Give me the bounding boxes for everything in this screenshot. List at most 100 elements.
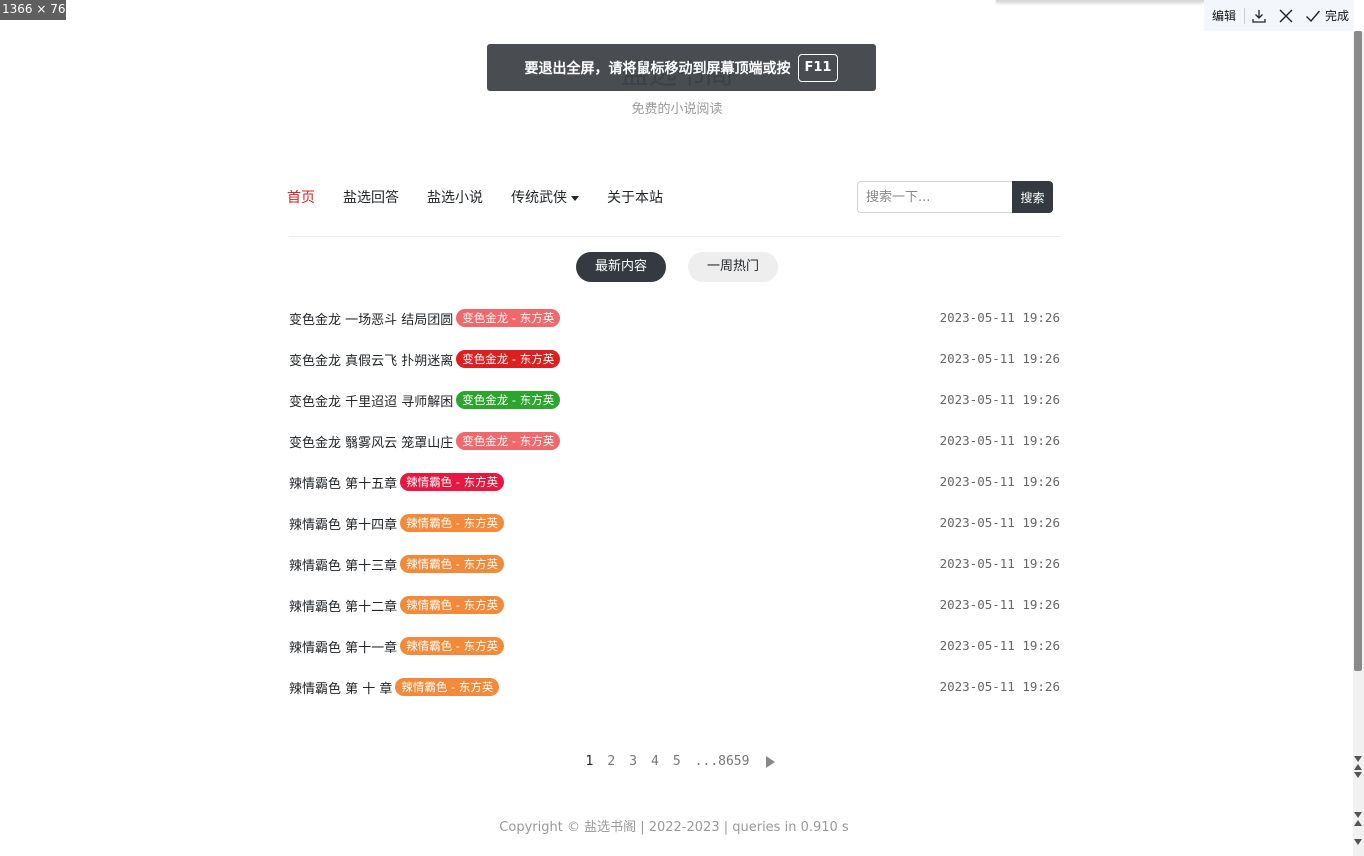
post-title-text: 辣情霸色 第十四章 [289, 518, 398, 533]
nav-item-3[interactable]: 传统武侠 [511, 187, 579, 207]
list-item: 辣情霸色 第 十 章辣情霸色 - 东方英 2023-05-11 19:26 [289, 664, 1060, 705]
fullscreen-hint-text: 要退出全屏，请将鼠标移动到屏幕顶端或按 [524, 60, 791, 77]
category-badge[interactable]: 辣情霸色 - 东方英 [400, 596, 505, 614]
category-badge[interactable]: 辣情霸色 - 东方英 [400, 637, 505, 655]
nav-item-label: 首页 [287, 190, 315, 206]
nav-item-label: 盐选回答 [343, 190, 399, 206]
post-title-text: 辣情霸色 第十三章 [289, 559, 398, 574]
post-title-link[interactable]: 变色金龙 千里迢迢 寻师解困 变色金龙 - 东方英 [289, 391, 561, 410]
search-form: 搜索 [857, 181, 1053, 213]
close-button[interactable] [1279, 9, 1293, 23]
post-title-link[interactable]: 变色金龙 一场恶斗 结局团圆 变色金龙 - 东方英 [289, 309, 561, 328]
post-title-link[interactable]: 变色金龙 翳雾风云 笼罩山庄 变色金龙 - 东方英 [289, 432, 561, 451]
tab-0[interactable]: 最新内容 [575, 252, 666, 282]
category-badge[interactable]: 变色金龙 - 东方英 [456, 391, 561, 409]
post-title-text: 变色金龙 真假云飞 扑朔迷离 [289, 354, 454, 369]
post-date: 2023-05-11 19:26 [939, 679, 1060, 694]
download-button[interactable] [1251, 8, 1267, 24]
page-link-1[interactable]: 1 [586, 754, 594, 769]
category-badge[interactable]: 辣情霸色 - 东方英 [400, 555, 505, 573]
list-item: 辣情霸色 第十一章 辣情霸色 - 东方英 2023-05-11 19:26 [289, 623, 1060, 664]
close-icon [1279, 9, 1293, 22]
scroll-up-arrow[interactable] [1354, 764, 1362, 770]
post-title-link[interactable]: 辣情霸色 第十一章 辣情霸色 - 东方英 [289, 637, 505, 656]
check-icon [1306, 10, 1321, 22]
nav-divider [289, 236, 1060, 237]
scroll-down-arrow[interactable] [1354, 772, 1362, 778]
post-title-text: 变色金龙 一场恶斗 结局团圆 [289, 313, 454, 328]
scrollbar-thumb[interactable] [1354, 31, 1362, 671]
scroll-down-arrow[interactable] [1354, 812, 1362, 818]
search-button[interactable]: 搜索 [1012, 181, 1053, 213]
caret-down-icon [571, 195, 579, 201]
post-title-link[interactable]: 变色金龙 真假云飞 扑朔迷离 变色金龙 - 东方英 [289, 350, 561, 369]
page-link-5[interactable]: 5 [673, 754, 681, 769]
category-badge[interactable]: 辣情霸色 - 东方英 [395, 678, 500, 696]
category-badge[interactable]: 辣情霸色 - 东方英 [400, 514, 505, 532]
nav-item-2[interactable]: 盐选小说 [427, 187, 483, 207]
f11-key: F11 [797, 53, 839, 82]
category-badge[interactable]: 变色金龙 - 东方英 [456, 350, 561, 368]
category-badge[interactable]: 变色金龙 - 东方英 [456, 309, 561, 327]
tab-1[interactable]: 一周热门 [688, 252, 779, 282]
nav-item-0[interactable]: 首页 [287, 187, 315, 207]
list-item: 辣情霸色 第十二章 辣情霸色 - 东方英 2023-05-11 19:26 [289, 582, 1060, 623]
capture-toolbar: 编辑 完成 [1204, 0, 1354, 31]
scroll-down-arrow[interactable] [1354, 756, 1362, 762]
edit-label: 编辑 [1212, 9, 1237, 23]
page-link-2[interactable]: 2 [607, 754, 615, 769]
search-input[interactable] [857, 181, 1012, 213]
post-date: 2023-05-11 19:26 [939, 638, 1060, 653]
site-subtitle: 免费的小说阅读 [631, 102, 723, 117]
post-date: 2023-05-11 19:26 [939, 351, 1060, 366]
nav-item-label: 传统武侠 [511, 190, 567, 206]
list-item: 变色金龙 真假云飞 扑朔迷离 变色金龙 - 东方英 2023-05-11 19:26 [289, 336, 1060, 377]
post-date: 2023-05-11 19:26 [939, 515, 1060, 530]
post-title-link[interactable]: 辣情霸色 第 十 章辣情霸色 - 东方英 [289, 678, 500, 697]
pagination: 1 2 3 4 5 ...8659 [0, 754, 1354, 769]
nav-item-label: 盐选小说 [427, 190, 483, 206]
post-title-link[interactable]: 辣情霸色 第十四章 辣情霸色 - 东方英 [289, 514, 505, 533]
nav-item-1[interactable]: 盐选回答 [343, 187, 399, 207]
scroll-up-arrow[interactable] [1354, 820, 1362, 826]
window-edge [996, 0, 1204, 2]
post-date: 2023-05-11 19:26 [939, 474, 1060, 489]
page-link-last[interactable]: ...8659 [695, 754, 750, 769]
list-item: 辣情霸色 第十三章 辣情霸色 - 东方英 2023-05-11 19:26 [289, 541, 1060, 582]
post-title-text: 辣情霸色 第十二章 [289, 600, 398, 615]
post-title-link[interactable]: 辣情霸色 第十三章 辣情霸色 - 东方英 [289, 555, 505, 574]
screen-size-label: 1366 × 768 [0, 0, 66, 20]
content-tabs: 最新内容 一周热门 [0, 252, 1354, 282]
fullscreen-exit-hint: 要退出全屏，请将鼠标移动到屏幕顶端或按 F11 [487, 44, 876, 91]
post-list: 变色金龙 一场恶斗 结局团圆 变色金龙 - 东方英 2023-05-11 19:26… [289, 295, 1060, 705]
nav-item-4[interactable]: 关于本站 [607, 187, 663, 207]
page-link-3[interactable]: 3 [629, 754, 637, 769]
post-date: 2023-05-11 19:26 [939, 310, 1060, 325]
list-item: 变色金龙 千里迢迢 寻师解困 变色金龙 - 东方英 2023-05-11 19:26 [289, 377, 1060, 418]
list-item: 变色金龙 翳雾风云 笼罩山庄 变色金龙 - 东方英 2023-05-11 19:26 [289, 418, 1060, 459]
post-title-link[interactable]: 辣情霸色 第十五章 辣情霸色 - 东方英 [289, 473, 505, 492]
post-date: 2023-05-11 19:26 [939, 597, 1060, 612]
edit-button[interactable]: 编辑 [1212, 7, 1236, 24]
page-link-4[interactable]: 4 [651, 754, 659, 769]
category-badge[interactable]: 变色金龙 - 东方英 [456, 432, 561, 450]
main-nav: 首页 盐选回答 盐选小说 传统武侠 关于本站 搜索 [287, 181, 1057, 213]
post-title-text: 辣情霸色 第十五章 [289, 477, 398, 492]
scrollbar[interactable] [1353, 31, 1364, 856]
post-title-text: 辣情霸色 第 十 章 [289, 682, 393, 697]
post-title-text: 辣情霸色 第十一章 [289, 641, 398, 656]
list-item: 辣情霸色 第十五章 辣情霸色 - 东方英 2023-05-11 19:26 [289, 459, 1060, 500]
category-badge[interactable]: 辣情霸色 - 东方英 [400, 473, 505, 491]
scroll-down-arrow[interactable] [1354, 839, 1362, 845]
toolbar-separator [1244, 7, 1246, 24]
post-title-text: 变色金龙 千里迢迢 寻师解困 [289, 395, 454, 410]
next-page-icon[interactable] [766, 755, 776, 768]
post-date: 2023-05-11 19:26 [939, 433, 1060, 448]
download-icon [1252, 9, 1266, 23]
post-title-text: 变色金龙 翳雾风云 笼罩山庄 [289, 436, 454, 451]
list-item: 辣情霸色 第十四章 辣情霸色 - 东方英 2023-05-11 19:26 [289, 500, 1060, 541]
list-item: 变色金龙 一场恶斗 结局团圆 变色金龙 - 东方英 2023-05-11 19:26 [289, 295, 1060, 336]
done-label: 完成 [1325, 9, 1350, 23]
post-title-link[interactable]: 辣情霸色 第十二章 辣情霸色 - 东方英 [289, 596, 505, 615]
done-button[interactable]: 完成 [1305, 7, 1349, 24]
